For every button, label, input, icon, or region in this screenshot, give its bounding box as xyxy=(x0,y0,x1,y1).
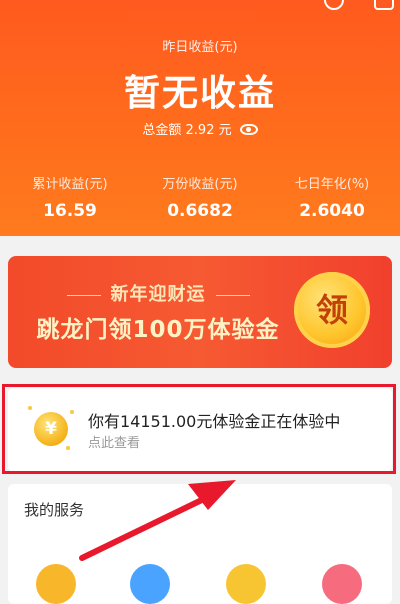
stats-row: 累计收益(元) 16.59 万份收益(元) 0.6682 七日年化(%) 2.6… xyxy=(0,173,400,223)
earnings-header: 昨日收益(元) 暂无收益 总金额 2.92 元 累计收益(元) 16.59 万份… xyxy=(0,0,400,236)
service-icon[interactable] xyxy=(130,564,170,604)
stat-per-10k[interactable]: 万份收益(元) 0.6682 xyxy=(140,173,260,221)
stat-7day-yield[interactable]: 七日年化(%) 2.6040 xyxy=(272,173,392,221)
stat-value: 2.6040 xyxy=(299,201,365,221)
help-icon[interactable] xyxy=(324,0,344,10)
claim-label: 领 xyxy=(315,291,348,329)
stat-label: 万份收益(元) xyxy=(162,177,238,192)
service-icon[interactable] xyxy=(226,564,266,604)
new-year-promo-banner[interactable]: 新年迎财运 跳龙门领100万体验金 领 xyxy=(8,256,392,368)
services-title: 我的服务 xyxy=(24,501,85,519)
stat-value: 16.59 xyxy=(43,201,97,221)
service-icon[interactable] xyxy=(36,564,76,604)
service-icon[interactable] xyxy=(322,564,362,604)
promo-subtitle: 跳龙门领100万体验金 xyxy=(36,317,280,343)
my-services-section: 我的服务 xyxy=(8,484,392,604)
claim-coin-button[interactable]: 领 xyxy=(294,272,370,348)
total-amount: 总金额 2.92 元 xyxy=(0,119,400,138)
stat-label: 累计收益(元) xyxy=(32,177,108,192)
promo-title: 新年迎财运 xyxy=(8,280,308,306)
yesterday-earnings-value: 暂无收益 xyxy=(123,73,276,114)
menu-icon[interactable] xyxy=(374,0,394,10)
top-actions xyxy=(300,0,400,10)
stat-label: 七日年化(%) xyxy=(294,177,370,192)
eye-icon[interactable] xyxy=(239,124,258,135)
total-amount-label: 总金额 2.92 元 xyxy=(142,123,232,138)
yesterday-earnings-label: 昨日收益(元) xyxy=(162,40,238,55)
stat-cumulative[interactable]: 累计收益(元) 16.59 xyxy=(10,173,130,221)
highlight-frame xyxy=(2,384,396,474)
stat-value: 0.6682 xyxy=(167,201,233,221)
